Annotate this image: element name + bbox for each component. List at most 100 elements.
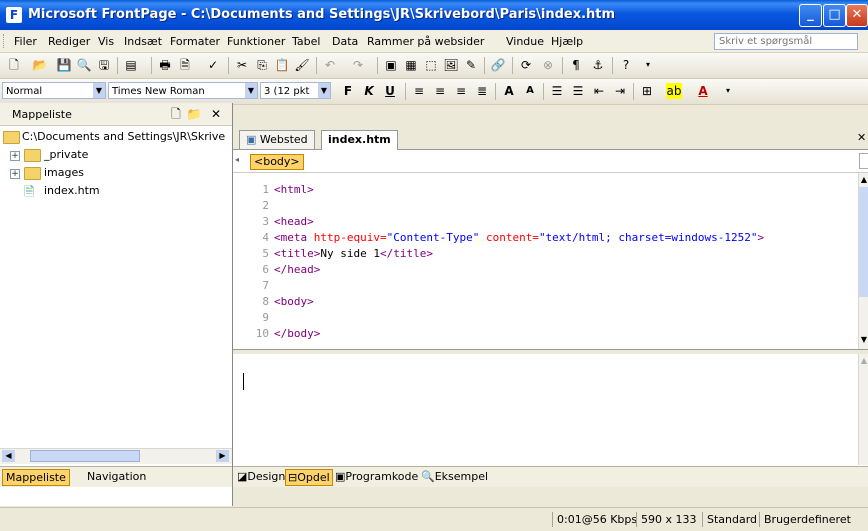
menu-data[interactable]: Data [332, 35, 358, 48]
cut-icon[interactable]: ✂ [234, 57, 250, 73]
bold-icon[interactable]: F [340, 83, 356, 99]
tab-website[interactable]: ▣ Websted [239, 130, 315, 149]
tree-item-private[interactable]: + _private [0, 147, 200, 163]
spelling-icon[interactable]: ✓ [205, 57, 221, 73]
undo-icon[interactable]: ↶ [322, 57, 338, 73]
tag-nav-left-icon[interactable]: ◂ [235, 155, 239, 164]
redo-icon[interactable]: ↷ [350, 57, 366, 73]
align-right-icon[interactable]: ≡ [453, 83, 469, 99]
numbered-list-icon[interactable]: ☰ [549, 83, 565, 99]
stop-icon[interactable]: ⊗ [540, 57, 556, 73]
hyperlink-icon[interactable]: 🔗 [490, 57, 506, 73]
code-snippet-icon[interactable]: ⚓ [590, 57, 606, 73]
insert-table-icon[interactable]: ▦ [403, 57, 419, 73]
menu-indsaet[interactable]: Indsæt [124, 35, 162, 48]
drawing-icon[interactable]: ✎ [463, 57, 479, 73]
tree-root[interactable]: C:\Documents and Settings\JR\Skrive [0, 129, 232, 145]
menu-hjaelp[interactable]: Hjælp [551, 35, 583, 48]
open-icon[interactable]: 📂 [32, 57, 48, 73]
web-component-icon[interactable]: ▣ [383, 57, 399, 73]
new-folder-icon[interactable]: 📁 [186, 106, 202, 122]
folder-hscrollbar[interactable]: ◀ ▶ [0, 448, 232, 464]
design-view[interactable] [233, 354, 858, 465]
mode-status[interactable]: Standard [702, 512, 761, 527]
design-vscrollbar[interactable]: ▲ [858, 354, 868, 465]
tree-item-index[interactable]: 🗎 index.htm [0, 183, 200, 200]
tab-index-htm[interactable]: index.htm [321, 130, 398, 150]
new-page-icon[interactable]: 🗋 [168, 106, 184, 122]
ask-question-box[interactable]: Skriv et spørgsmål [714, 33, 858, 50]
tab-navigation[interactable]: Navigation [84, 469, 149, 484]
italic-icon[interactable]: K [361, 83, 377, 99]
align-left-icon[interactable]: ≡ [411, 83, 427, 99]
minimize-button[interactable]: _ [799, 4, 822, 27]
menu-rediger[interactable]: Rediger [48, 35, 90, 48]
save-icon[interactable]: 💾 [56, 57, 72, 73]
download-time[interactable]: 0:01@56 Kbps [552, 512, 641, 527]
close-document-icon[interactable]: ✕ [857, 131, 866, 144]
paste-icon[interactable]: 📋 [274, 57, 290, 73]
show-all-icon[interactable]: ¶ [568, 57, 584, 73]
publish-icon[interactable]: 🖫 [96, 57, 112, 73]
menu-filer[interactable]: Filer [14, 35, 37, 48]
scroll-up-icon[interactable]: ▲ [859, 175, 868, 184]
bulleted-list-icon[interactable]: ☰ [570, 83, 586, 99]
toggle-pane-icon[interactable]: ▤ [123, 57, 139, 73]
toolbar-options-icon[interactable]: ▾ [720, 83, 736, 99]
refresh-icon[interactable]: ⟳ [518, 57, 534, 73]
underline-icon[interactable]: U [382, 83, 398, 99]
tree-item-images[interactable]: + images [0, 165, 200, 181]
tab-folder-list[interactable]: Mappeliste [2, 469, 70, 486]
tag-body-button[interactable]: <body> [250, 154, 304, 170]
preview-icon[interactable]: 🗎 [177, 57, 193, 73]
menu-rammer[interactable]: Rammer på websider [367, 35, 484, 48]
tab-split[interactable]: ⊟Opdel [285, 469, 333, 486]
help-icon[interactable]: ? [618, 57, 634, 73]
menu-formater[interactable]: Formater [170, 35, 220, 48]
align-center-icon[interactable]: ≡ [432, 83, 448, 99]
format-painter-icon[interactable]: 🖌 [294, 57, 310, 73]
search-icon[interactable]: 🔍 [76, 57, 92, 73]
decrease-font-icon[interactable]: A [522, 83, 538, 99]
print-icon[interactable]: 🖶 [157, 57, 173, 73]
scroll-left-icon[interactable]: ◀ [2, 450, 15, 462]
tab-preview[interactable]: 🔍Eksempel [419, 469, 490, 484]
style-dropdown[interactable]: Normal ▼ [2, 82, 106, 99]
page-size[interactable]: 590 x 133 [636, 512, 701, 527]
scroll-right-icon[interactable]: ▶ [216, 450, 229, 462]
maximize-button[interactable]: □ [823, 4, 846, 27]
font-color-icon[interactable]: A [695, 83, 711, 99]
insert-layer-icon[interactable]: ⬚ [423, 57, 439, 73]
custom-status[interactable]: Brugerdefineret [759, 512, 855, 527]
tab-design[interactable]: ◪Design [235, 469, 287, 484]
menu-funktioner[interactable]: Funktioner [227, 35, 285, 48]
increase-font-icon[interactable]: A [501, 83, 517, 99]
scroll-down-icon[interactable]: ▼ [859, 335, 868, 344]
font-dropdown[interactable]: Times New Roman ▼ [108, 82, 258, 99]
menubar-grip[interactable] [3, 34, 7, 48]
scroll-thumb[interactable] [859, 187, 868, 297]
new-page-icon[interactable]: 🗋 [6, 57, 22, 73]
justify-icon[interactable]: ≣ [474, 83, 490, 99]
close-pane-icon[interactable]: ✕ [208, 106, 224, 122]
tag-nav-right-icon[interactable] [859, 153, 868, 169]
decrease-indent-icon[interactable]: ⇤ [591, 83, 607, 99]
font-size-dropdown[interactable]: 3 (12 pkt ▼ [260, 82, 331, 99]
scroll-up-icon[interactable]: ▲ [859, 356, 868, 365]
menu-vis[interactable]: Vis [98, 35, 114, 48]
menu-vindue[interactable]: Vindue [506, 35, 544, 48]
frontpage-app-icon[interactable]: F [6, 7, 22, 23]
increase-indent-icon[interactable]: ⇥ [612, 83, 628, 99]
toolbar-options-icon[interactable]: ▾ [640, 57, 656, 73]
expand-icon[interactable]: + [10, 169, 20, 179]
insert-picture-icon[interactable]: 🖼 [443, 57, 459, 73]
code-view[interactable]: 1 <html> 2 3 <head> 4 <meta http-equiv="Con… [233, 173, 858, 349]
expand-icon[interactable]: + [10, 151, 20, 161]
highlight-icon[interactable]: ab [666, 83, 682, 99]
close-button[interactable]: ✕ [846, 4, 868, 27]
scroll-thumb[interactable] [30, 450, 140, 462]
tab-code[interactable]: ▣Programkode [333, 469, 420, 484]
code-vscrollbar[interactable]: ▲ ▼ [858, 173, 868, 349]
borders-icon[interactable]: ⊞ [639, 83, 655, 99]
menu-tabel[interactable]: Tabel [292, 35, 320, 48]
